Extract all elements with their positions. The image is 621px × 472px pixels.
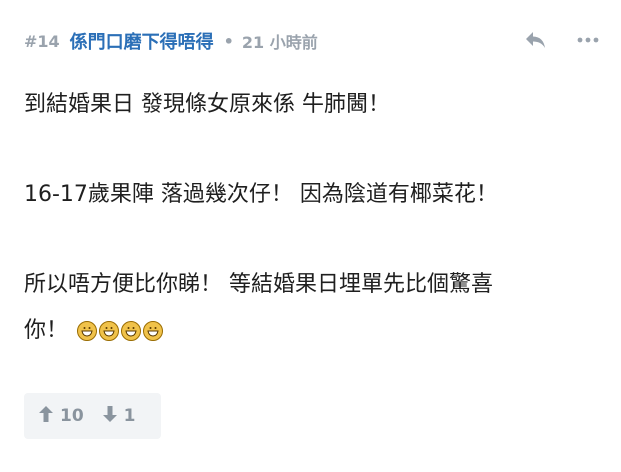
arrow-up-icon xyxy=(38,405,54,428)
post-line-4-wrapper: 你！ xyxy=(24,308,604,354)
downvote-button[interactable]: 1 xyxy=(102,405,136,428)
more-dots-icon[interactable] xyxy=(575,27,601,53)
grinning-face-icon xyxy=(77,321,98,341)
vote-bar: 10 1 xyxy=(24,393,161,439)
grinning-face-icon xyxy=(121,321,142,341)
post-time: 21 小時前 xyxy=(241,33,318,52)
upvote-count: 10 xyxy=(60,406,84,426)
reply-arrow-icon[interactable] xyxy=(523,27,549,53)
post-line-3: 所以唔方便比你睇！ 等結婚果日埋單先比個驚喜 xyxy=(24,272,493,297)
post-line-4: 你！ xyxy=(24,318,69,343)
grinning-face-icon xyxy=(99,321,120,341)
post-actions xyxy=(523,27,601,53)
emoji-group xyxy=(77,321,164,341)
grinning-face-icon xyxy=(143,321,164,341)
floor-number: #14 xyxy=(24,31,60,51)
upvote-button[interactable]: 10 xyxy=(38,405,84,428)
username-link[interactable]: 係門口磨下得唔得 xyxy=(70,28,214,54)
arrow-down-icon xyxy=(102,405,118,428)
post-line-1: 到結婚果日 發現條女原來係 牛肺閪！ xyxy=(24,92,390,117)
post-card: #14 係門口磨下得唔得 • 21 小時前 到結婚果日 發現條女原來係 牛肺閪！… xyxy=(0,0,621,472)
post-header: #14 係門口磨下得唔得 • 21 小時前 xyxy=(24,27,597,55)
separator: • xyxy=(223,31,234,51)
post-line-2: 16-17歲果陣 落過幾次仔！ 因為陰道有椰菜花！ xyxy=(24,182,498,207)
post-content: 到結婚果日 發現條女原來係 牛肺閪！ 16-17歲果陣 落過幾次仔！ 因為陰道有… xyxy=(24,82,604,354)
downvote-count: 1 xyxy=(123,406,136,426)
